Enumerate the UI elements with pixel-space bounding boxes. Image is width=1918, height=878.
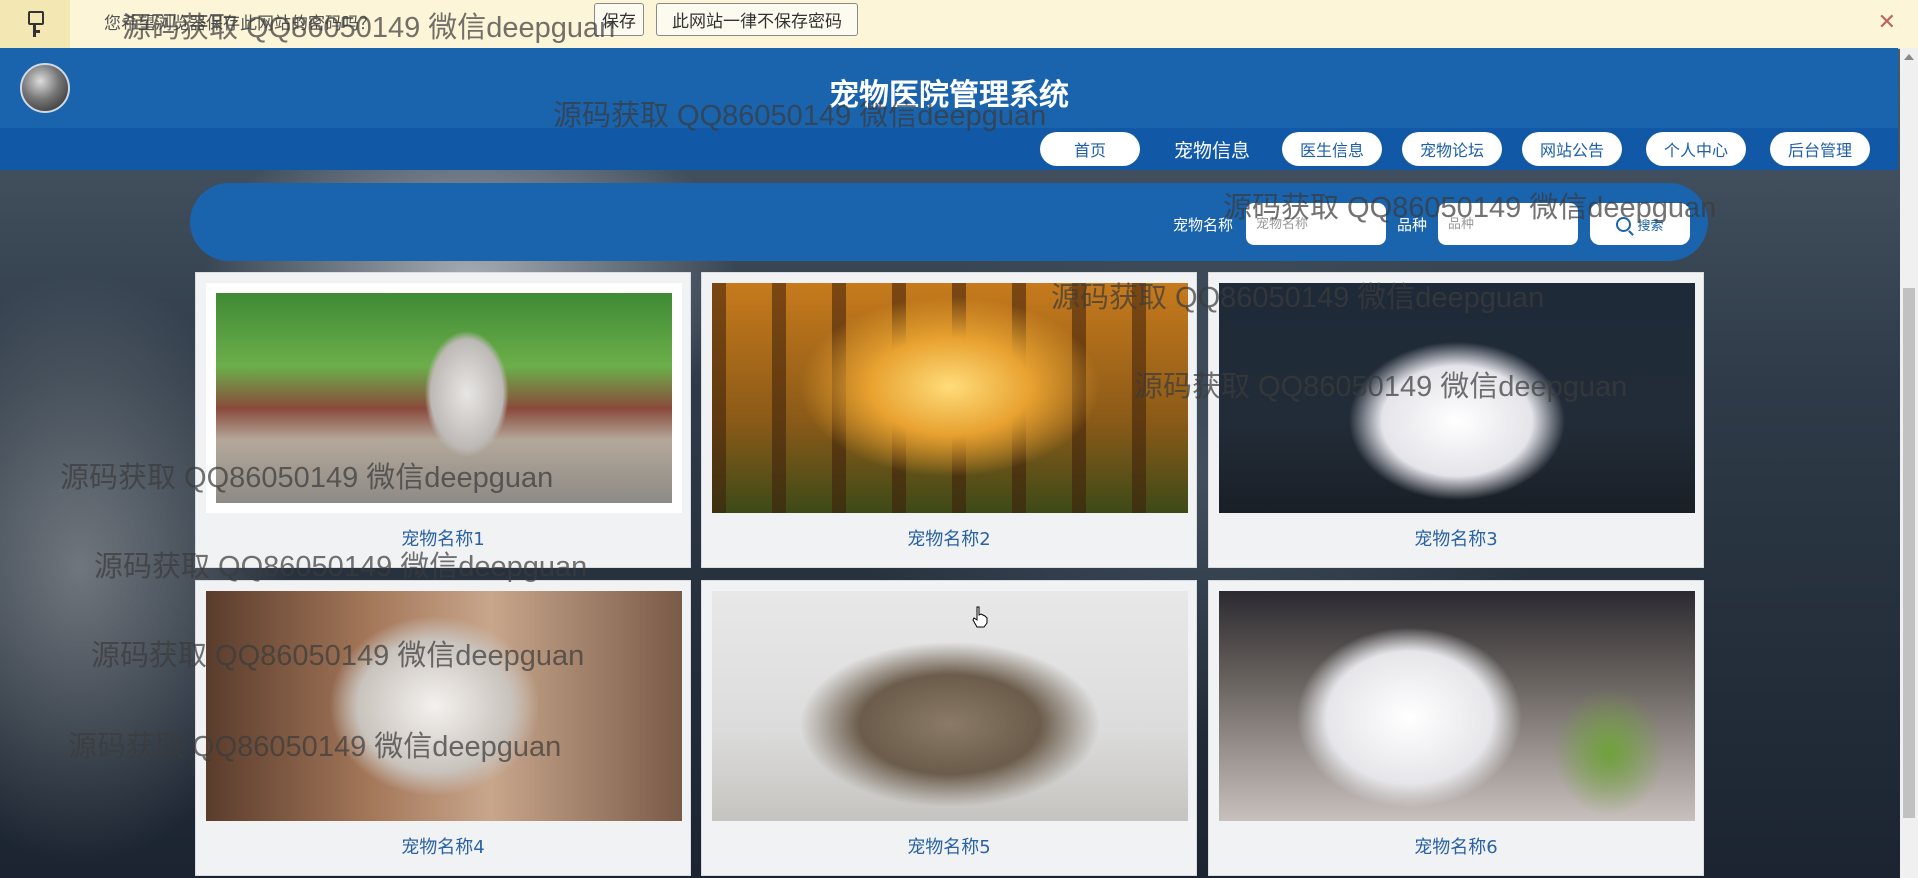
pet-name[interactable]: 宠物名称4 xyxy=(196,833,690,859)
pet-image[interactable] xyxy=(206,591,682,821)
scroll-up-arrow-icon[interactable] xyxy=(1904,54,1914,60)
close-icon[interactable]: ✕ xyxy=(1878,10,1896,35)
pet-image[interactable] xyxy=(1219,591,1695,821)
nav-announcement[interactable]: 网站公告 xyxy=(1522,132,1622,166)
nav-home[interactable]: 首页 xyxy=(1040,132,1140,166)
pet-card[interactable]: 宠物名称1 xyxy=(195,272,691,568)
scrollbar-thumb[interactable] xyxy=(1903,288,1915,818)
watermark: 源码获取 QQ86050149 微信deepguan xyxy=(68,731,562,763)
pet-card[interactable]: 宠物名称6 xyxy=(1208,580,1704,876)
pet-name[interactable]: 宠物名称5 xyxy=(702,833,1196,859)
watermark: 源码获取 QQ86050149 微信deepguan xyxy=(1223,192,1717,224)
watermark: 源码获取 QQ86050149 微信deepguan xyxy=(91,640,585,672)
pet-image[interactable] xyxy=(712,283,1188,513)
pet-name[interactable]: 宠物名称2 xyxy=(702,525,1196,551)
watermark: 源码获取 QQ86050149 微信deepguan xyxy=(1051,282,1545,314)
pet-image[interactable] xyxy=(712,591,1188,821)
key-icon xyxy=(27,11,44,37)
nav-pet-info[interactable]: 宠物信息 xyxy=(1160,136,1264,162)
never-save-password-button[interactable]: 此网站一律不保存密码 xyxy=(656,3,858,36)
key-icon-box xyxy=(0,0,70,48)
hand-cursor-icon xyxy=(972,606,988,628)
pet-name[interactable]: 宠物名称6 xyxy=(1209,833,1703,859)
watermark: 源码获取 QQ86050149 微信deepguan xyxy=(60,462,554,494)
watermark: 源码获取 QQ86050149 微信deepguan xyxy=(94,551,588,583)
nav-admin[interactable]: 后台管理 xyxy=(1770,132,1870,166)
nav-pet-forum[interactable]: 宠物论坛 xyxy=(1402,132,1502,166)
nav-personal-center[interactable]: 个人中心 xyxy=(1646,132,1746,166)
pet-card[interactable]: 宠物名称5 xyxy=(701,580,1197,876)
pet-card[interactable]: 宠物名称2 xyxy=(701,272,1197,568)
vertical-scrollbar[interactable] xyxy=(1900,48,1918,878)
watermark: 源码获取 QQ86050149 微信deepguan xyxy=(1134,371,1628,403)
watermark: 源码获取 QQ86050149 微信deepguan xyxy=(122,12,616,44)
pet-name[interactable]: 宠物名称3 xyxy=(1209,525,1703,551)
nav-doctor-info[interactable]: 医生信息 xyxy=(1282,132,1382,166)
main-nav: 首页 宠物信息 医生信息 宠物论坛 网站公告 个人中心 后台管理 xyxy=(0,128,1898,170)
pet-card[interactable]: 宠物名称3 xyxy=(1208,272,1704,568)
watermark: 源码获取 QQ86050149 微信deepguan xyxy=(553,100,1047,132)
